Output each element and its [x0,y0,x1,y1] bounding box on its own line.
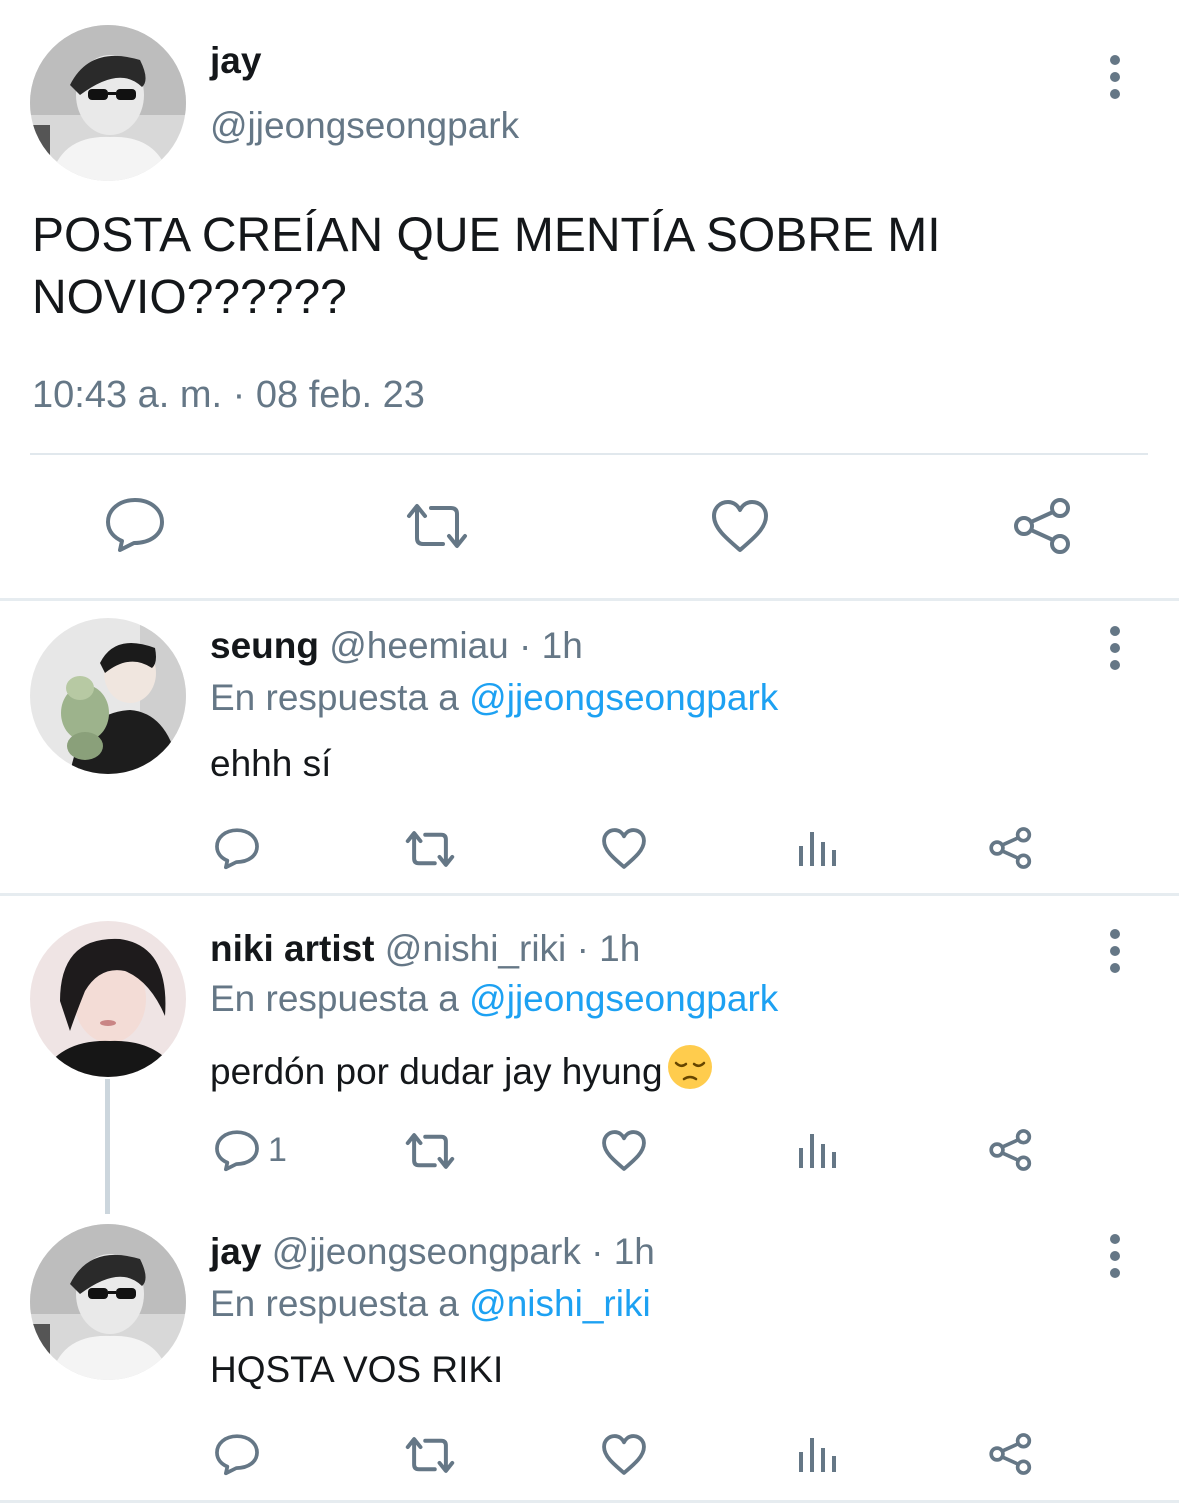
author-handle[interactable]: @nishi_riki [385,928,567,969]
reply-text-content: perdón por dudar jay hyung [210,1050,663,1092]
author-handle[interactable]: @heemiau [329,625,509,666]
analytics-icon[interactable] [798,1132,838,1168]
author-name[interactable]: jay [210,40,261,82]
thread-line [105,1079,110,1214]
like-icon[interactable] [710,498,770,554]
retweet-icon[interactable] [403,1130,457,1172]
in-reply-to: En respuesta a @jjeongseongpark [210,978,778,1020]
share-icon[interactable] [988,1432,1034,1476]
reply-time[interactable]: · 1h [577,928,641,969]
mention-link[interactable]: @nishi_riki [469,1283,651,1324]
reply-time[interactable]: · 1h [519,625,583,666]
avatar[interactable] [30,618,186,774]
in-reply-label: En respuesta a [210,1283,470,1324]
mention-link[interactable]: @jjeongseongpark [469,978,778,1019]
share-icon[interactable] [988,1128,1034,1172]
reply-text: ehhh sí [210,743,331,785]
reply-icon[interactable]: 1 [214,1128,287,1172]
share-icon[interactable] [988,826,1034,870]
more-options-icon[interactable] [1105,626,1125,670]
reply-text: HQSTA VOS RIKI [210,1349,503,1391]
main-tweet: jay @jjeongseongpark POSTA CREÍAN QUE ME… [0,0,1179,600]
reply-header: seung @heemiau · 1h [210,625,583,667]
reply-text-content: ehhh sí [210,743,332,784]
reply-text: perdón por dudar jay hyung [210,1043,715,1100]
avatar[interactable] [30,921,186,1077]
tweet-timestamp[interactable]: 10:43 a. m. · 08 feb. 23 [32,374,425,417]
reply-count: 1 [268,1130,287,1169]
reply-header: jay @jjeongseongpark · 1h [210,1231,655,1273]
reply-text-content: HQSTA VOS RIKI [210,1349,504,1390]
reply-header: niki artist @nishi_riki · 1h [210,928,640,970]
avatar[interactable] [30,25,186,181]
like-icon[interactable] [601,1129,647,1172]
in-reply-label: En respuesta a [210,978,470,1019]
author-name[interactable]: seung [210,625,319,666]
divider [30,453,1148,455]
retweet-icon[interactable] [403,828,457,870]
in-reply-to: En respuesta a @jjeongseongpark [210,677,778,719]
share-icon[interactable] [1012,496,1074,556]
action-bar [0,490,1179,565]
reply-tweet[interactable]: jay @jjeongseongpark · 1h En respuesta a… [0,1206,1179,1501]
reply-time[interactable]: · 1h [591,1231,655,1272]
retweet-icon[interactable] [403,500,471,552]
like-icon[interactable] [601,827,647,870]
analytics-icon[interactable] [798,1436,838,1472]
reply-icon[interactable] [214,1432,260,1476]
pensive-face-emoji [665,1043,715,1100]
more-options-icon[interactable] [1105,55,1125,99]
in-reply-to: En respuesta a @nishi_riki [210,1283,651,1325]
reply-icon[interactable] [104,496,166,552]
in-reply-label: En respuesta a [210,677,470,718]
reply-icon[interactable] [214,826,260,870]
avatar[interactable] [30,1224,186,1380]
author-name[interactable]: niki artist [210,928,375,969]
reply-tweet[interactable]: seung @heemiau · 1h En respuesta a @jjeo… [0,600,1179,894]
mention-link[interactable]: @jjeongseongpark [469,677,778,718]
reply-tweet[interactable]: niki artist @nishi_riki · 1h En respuest… [0,896,1179,1214]
author-handle[interactable]: @jjeongseongpark [272,1231,581,1272]
author-name[interactable]: jay [210,1231,261,1272]
tweet-text: POSTA CREÍAN QUE MENTÍA SOBRE MI NOVIO??… [32,209,941,324]
more-options-icon[interactable] [1105,929,1125,973]
like-icon[interactable] [601,1433,647,1476]
analytics-icon[interactable] [798,830,838,866]
more-options-icon[interactable] [1105,1234,1125,1278]
author-handle[interactable]: @jjeongseongpark [210,105,519,147]
retweet-icon[interactable] [403,1434,457,1476]
